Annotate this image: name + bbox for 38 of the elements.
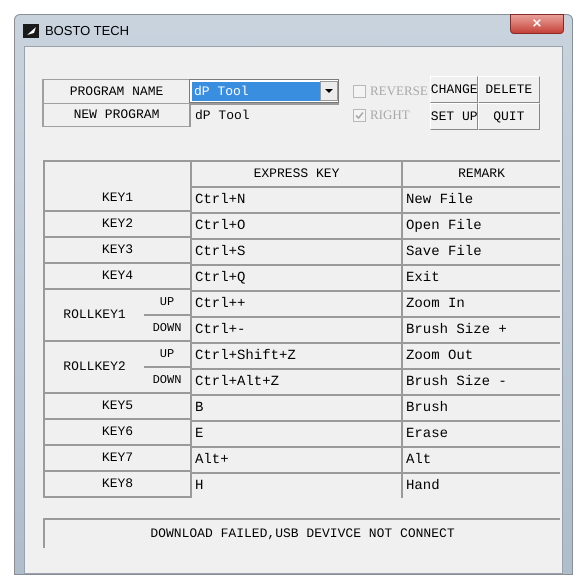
- new-program-field[interactable]: dP Tool: [189, 103, 339, 127]
- selected-value: dP Tool: [192, 82, 320, 100]
- checkbox-label: RIGHT: [370, 106, 410, 124]
- remark-field[interactable]: Exit: [401, 264, 560, 290]
- action-button[interactable]: SET UP: [430, 103, 478, 130]
- status-bar: DOWNLOAD FAILED,USB DEVIVCE NOT CONNECT: [43, 518, 560, 548]
- express-key-field[interactable]: Ctrl+N: [190, 186, 401, 212]
- app-logo-icon: [23, 24, 39, 38]
- remark-field[interactable]: Save File: [401, 238, 560, 264]
- key-label: ROLLKEY1: [43, 290, 144, 342]
- express-key-field[interactable]: Ctrl+Shift+Z: [190, 342, 401, 368]
- express-key-field[interactable]: Ctrl+Alt+Z: [190, 368, 401, 394]
- key-label: ROLLKEY2: [43, 342, 144, 394]
- express-key-field[interactable]: Ctrl+-: [190, 316, 401, 342]
- express-key-field[interactable]: Alt+: [190, 446, 401, 472]
- action-button[interactable]: QUIT: [478, 103, 540, 130]
- remark-field[interactable]: Brush Size -: [401, 368, 560, 394]
- window-title: BOSTO TECH: [45, 22, 130, 40]
- remark-field[interactable]: Erase: [401, 420, 560, 446]
- remark-field[interactable]: Zoom Out: [401, 342, 560, 368]
- express-key-field[interactable]: Ctrl++: [190, 290, 401, 316]
- express-key-field[interactable]: Ctrl+S: [190, 238, 401, 264]
- remark-field[interactable]: New File: [401, 186, 560, 212]
- remark-field[interactable]: Hand: [401, 472, 560, 498]
- action-button[interactable]: DELETE: [478, 76, 540, 103]
- action-button[interactable]: CHANGE: [430, 76, 478, 103]
- remark-field[interactable]: Zoom In: [401, 290, 560, 316]
- express-key-field[interactable]: H: [190, 472, 401, 498]
- checkbox-label: REVERSE: [370, 82, 428, 100]
- program-name-label: PROGRAM NAME: [42, 79, 189, 103]
- express-key-field[interactable]: Ctrl+Q: [190, 264, 401, 290]
- remark-field[interactable]: Open File: [401, 212, 560, 238]
- remark-field[interactable]: Alt: [401, 446, 560, 472]
- express-key-field[interactable]: Ctrl+O: [190, 212, 401, 238]
- express-key-field[interactable]: E: [190, 420, 401, 446]
- remark-field[interactable]: Brush Size +: [401, 316, 560, 342]
- express-key-field[interactable]: B: [190, 394, 401, 420]
- remark-field[interactable]: Brush: [401, 394, 560, 420]
